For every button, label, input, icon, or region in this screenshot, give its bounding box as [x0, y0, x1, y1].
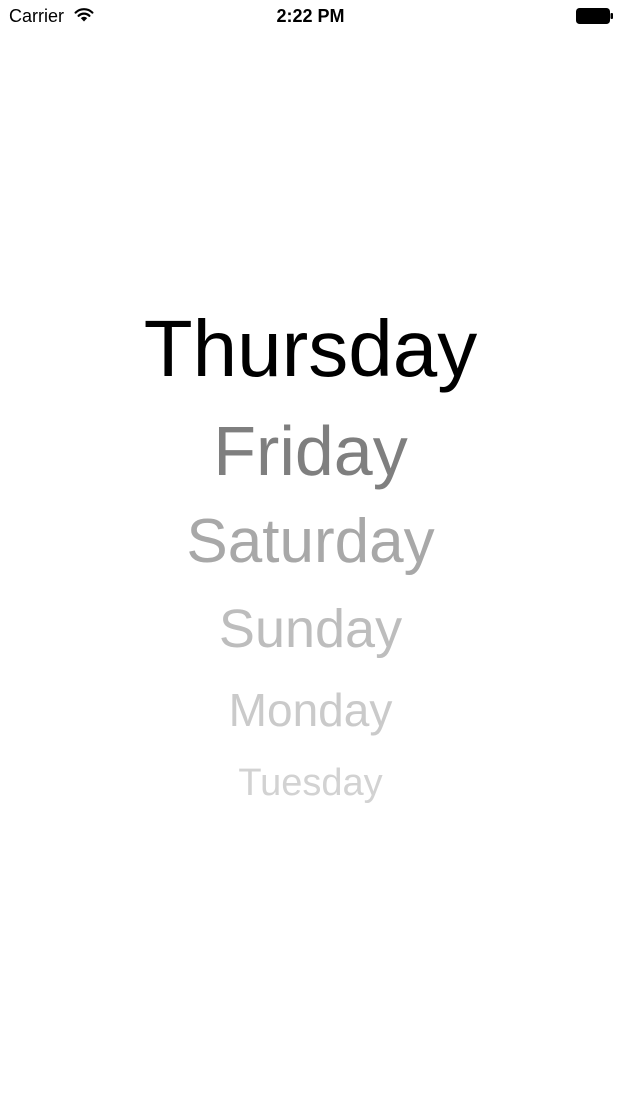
- picker-item-thursday[interactable]: Thursday: [0, 309, 621, 389]
- screen: Carrier 2:22 PM Thursday Friday Saturday…: [0, 0, 621, 1104]
- picker-item-sunday[interactable]: Sunday: [0, 602, 621, 656]
- picker-item-tuesday[interactable]: Tuesday: [0, 764, 621, 802]
- picker-item-friday[interactable]: Friday: [0, 416, 621, 486]
- day-picker[interactable]: Thursday Friday Saturday Sunday Monday T…: [0, 0, 621, 1104]
- picker-item-saturday[interactable]: Saturday: [0, 511, 621, 573]
- picker-item-monday[interactable]: Monday: [0, 687, 621, 733]
